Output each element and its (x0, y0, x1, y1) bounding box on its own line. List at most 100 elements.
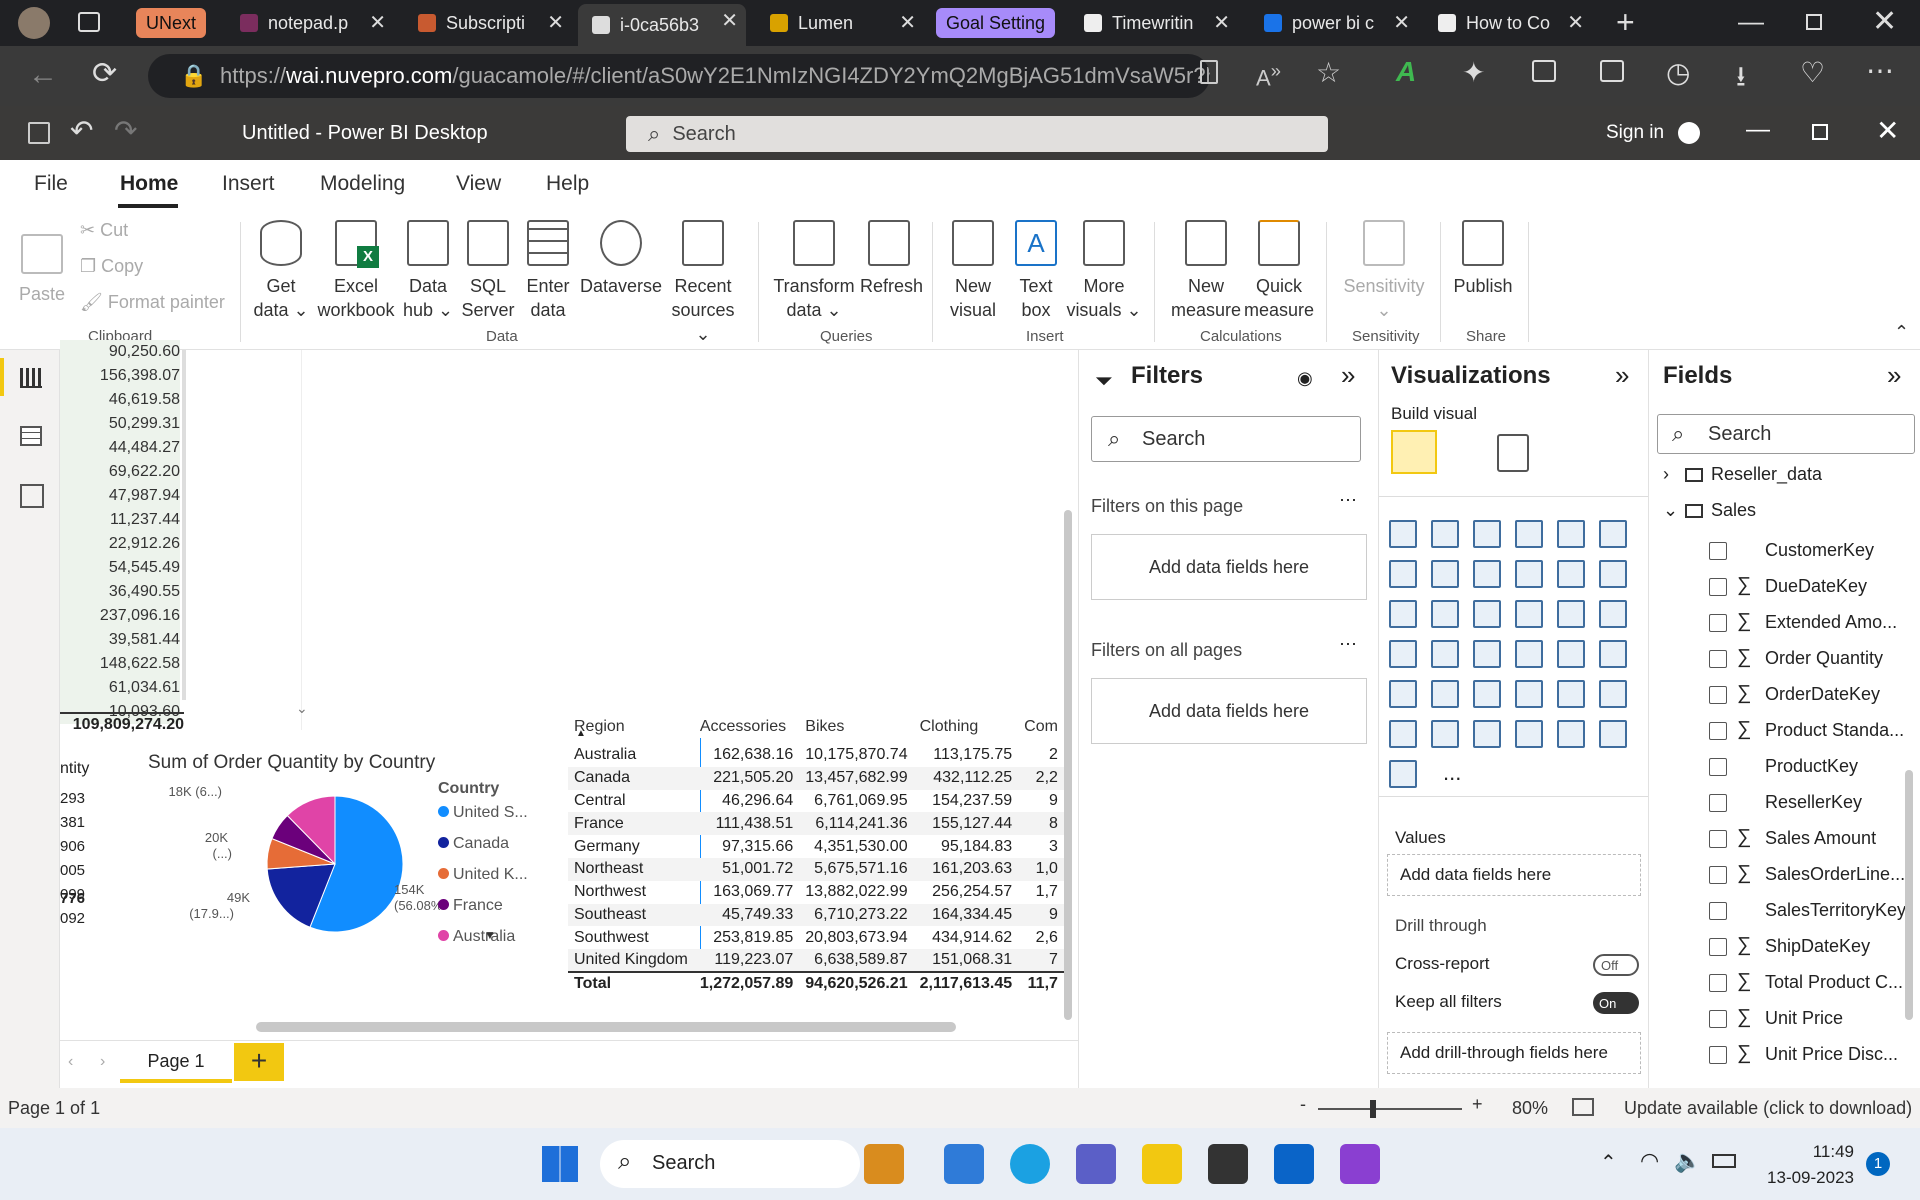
field-checkbox[interactable] (1709, 758, 1727, 776)
visual-type-icon[interactable] (1557, 600, 1585, 628)
tab-close-icon[interactable]: ✕ (1393, 10, 1410, 35)
field-item[interactable]: ∑ Unit Price Disc... (1649, 1038, 1920, 1074)
numeric-column-visual[interactable]: 90,250.60 156,398.07 46,619.58 50,299.31 44,… (60, 340, 308, 733)
matrix-header[interactable]: Bikes (799, 710, 913, 744)
canvas-horizontal-scrollbar[interactable] (256, 1022, 956, 1032)
report-view-icon[interactable] (20, 368, 42, 388)
canvas-vertical-scrollbar[interactable] (1064, 510, 1072, 1020)
field-checkbox[interactable] (1709, 974, 1727, 992)
collapse-filters-icon[interactable]: » (1341, 360, 1355, 391)
performance-icon[interactable]: ♡ (1800, 56, 1825, 89)
field-item[interactable]: SalesTerritoryKey (1649, 894, 1920, 930)
data-hub-button[interactable]: Data hub ⌄ (402, 220, 454, 322)
tab-file[interactable]: File (34, 172, 68, 196)
browser-tab[interactable]: i-0ca56b3 ✕ (578, 4, 746, 46)
visual-type-icon[interactable] (1431, 680, 1459, 708)
visual-type-icon[interactable] (1599, 720, 1627, 748)
edge-icon[interactable] (1010, 1144, 1050, 1184)
visual-type-icon[interactable] (1515, 560, 1543, 588)
avatar[interactable] (1678, 122, 1700, 144)
sign-in-link[interactable]: Sign in (1606, 122, 1664, 144)
field-checkbox[interactable] (1709, 1046, 1727, 1064)
get-data-button[interactable]: Get data ⌄ (252, 220, 310, 322)
eye-icon[interactable]: ◉ (1297, 368, 1313, 389)
visual-type-icon[interactable] (1557, 640, 1585, 668)
favorite-star-icon[interactable]: ☆ (1316, 56, 1341, 89)
model-view-icon[interactable] (20, 484, 44, 508)
visual-type-icon[interactable] (1557, 720, 1585, 748)
build-visual-tab-icon[interactable] (1391, 430, 1437, 474)
field-item[interactable]: ∑ ShipDateKey (1649, 930, 1920, 966)
visual-type-icon[interactable] (1389, 600, 1417, 628)
visual-type-icon[interactable] (1515, 720, 1543, 748)
visual-type-icon[interactable] (1389, 720, 1417, 748)
table-row[interactable]: Canada 221,505.20 13,457,682.99 432,112.25 2… (568, 766, 1064, 790)
notification-badge[interactable]: 1 (1866, 1152, 1890, 1176)
visual-type-icon[interactable] (1599, 680, 1627, 708)
field-item[interactable]: ProductKey (1649, 750, 1920, 786)
tab-modeling[interactable]: Modeling (320, 172, 405, 196)
field-item[interactable]: ∑ Sales Amount (1649, 822, 1920, 858)
field-item[interactable]: ∑ OrderDateKey (1649, 678, 1920, 714)
tab-help[interactable]: Help (546, 172, 589, 196)
field-checkbox[interactable] (1709, 902, 1727, 920)
app-close-button[interactable]: ✕ (1876, 114, 1899, 147)
field-checkbox[interactable] (1709, 1010, 1727, 1028)
matrix-visual[interactable]: ▲ Region Accessories Bikes Clothing Com Aust… (568, 698, 1078, 998)
browser-tab[interactable]: Lumen ✕ (756, 6, 924, 40)
zoom-slider-thumb[interactable] (1370, 1100, 1376, 1118)
browser-tab[interactable]: Subscripti ✕ (404, 6, 572, 40)
new-measure-button[interactable]: New measure (1168, 220, 1244, 322)
table-row[interactable]: France 111,438.51 6,114,241.36 155,127.44 8 (568, 812, 1064, 836)
field-checkbox[interactable] (1709, 650, 1727, 668)
visual-type-icon[interactable] (1389, 680, 1417, 708)
table-row[interactable]: Australia 162,638.16 10,175,870.74 113,175.… (568, 744, 1064, 767)
matrix-header[interactable]: Accessories (694, 710, 799, 744)
visual-type-icon[interactable] (1473, 720, 1501, 748)
tab-group-chip[interactable]: Goal Setting (936, 8, 1056, 38)
outlook-icon[interactable] (1274, 1144, 1314, 1184)
clipboard-icon[interactable] (1200, 60, 1218, 84)
more-visuals-button[interactable]: More visuals ⌄ (1066, 220, 1142, 322)
minimize-window-button[interactable]: — (1738, 6, 1764, 37)
table-row[interactable]: Northwest 163,069.77 13,882,022.99 256,254.… (568, 881, 1064, 904)
visual-type-icon[interactable] (1557, 560, 1585, 588)
table-view-icon[interactable] (20, 426, 42, 446)
new-tab-button[interactable]: + (1616, 4, 1635, 41)
sensitivity-button[interactable]: Sensitivity ⌄ (1340, 220, 1428, 322)
format-visual-tab-icon[interactable] (1497, 434, 1529, 472)
fit-to-page-icon[interactable] (1572, 1098, 1594, 1116)
column-scrollbar[interactable] (182, 350, 186, 700)
copy-button[interactable]: ❐ Copy (80, 256, 143, 277)
work-briefcase-icon[interactable] (864, 1144, 904, 1184)
close-window-button[interactable]: ✕ (1872, 4, 1897, 39)
field-item[interactable]: ∑ Total Product C... (1649, 966, 1920, 1002)
collections-icon[interactable] (1600, 60, 1624, 82)
field-item[interactable]: ∑ Order Quantity (1649, 642, 1920, 678)
tab-close-icon[interactable]: ✕ (547, 10, 564, 35)
visual-type-icon[interactable] (1515, 680, 1543, 708)
field-item[interactable]: ∑ Unit Price (1649, 1002, 1920, 1038)
tab-close-icon[interactable]: ✕ (369, 10, 386, 35)
save-icon[interactable] (28, 122, 50, 144)
extensions-icon[interactable]: ✦ (1462, 56, 1485, 89)
values-drop[interactable]: Add data fields here (1387, 854, 1641, 896)
visual-type-icon[interactable] (1389, 760, 1417, 788)
collapse-ribbon-icon[interactable]: ⌃ (1894, 322, 1909, 343)
restore-window-button[interactable] (1806, 14, 1822, 30)
pie-chart-visual[interactable]: Sum of Order Quantity by Country 154K (56… (140, 750, 540, 990)
filters-on-page-more-icon[interactable]: ⋯ (1339, 490, 1357, 511)
wifi-icon[interactable]: ◠ (1640, 1148, 1659, 1174)
back-icon[interactable]: ← (28, 58, 58, 92)
matrix-header[interactable]: Region (568, 710, 694, 744)
visual-type-icon[interactable] (1431, 560, 1459, 588)
visual-type-icon[interactable] (1473, 640, 1501, 668)
format-painter-button[interactable]: 🖌 Format painter (80, 292, 225, 313)
app-search-input[interactable]: ⌕ Search (626, 116, 1328, 152)
browser-tab[interactable]: How to Co ✕ (1424, 6, 1592, 40)
field-item[interactable]: ∑ Extended Amo... (1649, 606, 1920, 642)
legend-item[interactable]: United S... (438, 804, 528, 822)
table-row[interactable]: Central 46,296.64 6,761,069.95 154,237.59 9 (568, 790, 1064, 813)
field-checkbox[interactable] (1709, 686, 1727, 704)
publish-button[interactable]: Publish (1452, 220, 1514, 298)
